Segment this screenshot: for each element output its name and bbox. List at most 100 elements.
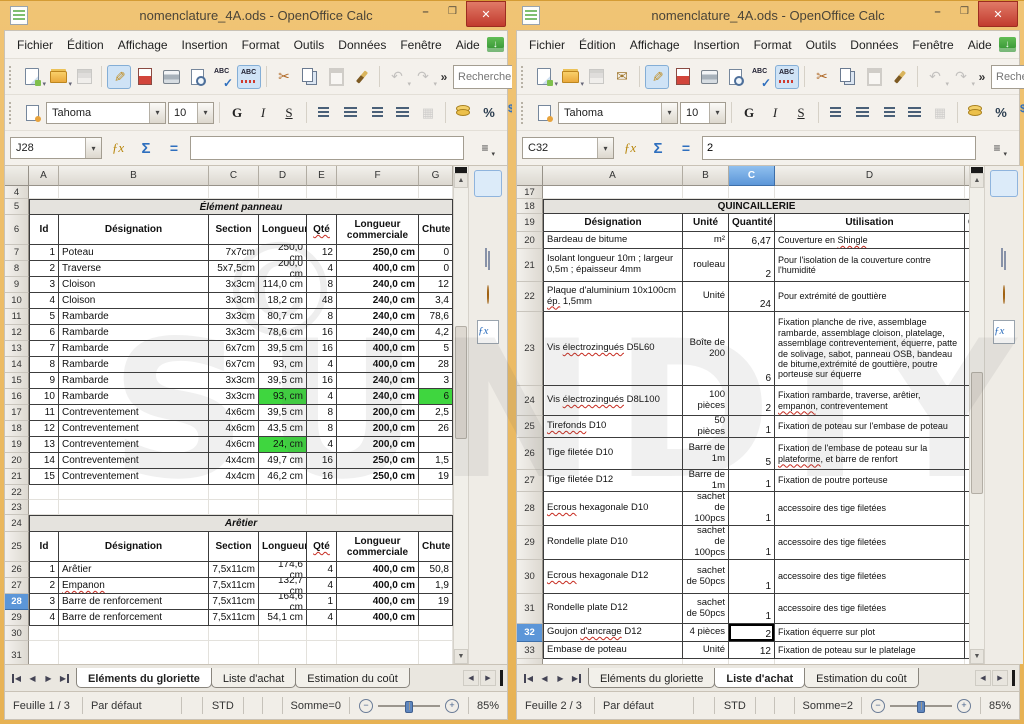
cell-C30[interactable] bbox=[209, 626, 259, 641]
function-wizard-icon[interactable] bbox=[106, 136, 130, 160]
cell-D24[interactable]: Fixation rambarde, traverse, arêtier, em… bbox=[775, 386, 965, 416]
cell-C24[interactable]: 2 bbox=[729, 386, 775, 416]
row-header-8[interactable]: 8 bbox=[5, 261, 29, 277]
font-size-combo[interactable]: 10 bbox=[168, 102, 214, 124]
name-box[interactable]: J28 bbox=[10, 137, 102, 159]
minimize-button[interactable] bbox=[924, 1, 951, 22]
row-header-11[interactable]: 11 bbox=[5, 309, 29, 325]
cell-B19[interactable]: Contreventement bbox=[59, 437, 209, 453]
scroll-up-icon[interactable] bbox=[454, 173, 468, 188]
scroll-down-icon[interactable] bbox=[970, 649, 984, 664]
styles-panel-button[interactable] bbox=[990, 207, 1018, 234]
cell-G27[interactable]: 1,9 bbox=[419, 578, 453, 594]
cell-C31[interactable]: 1 bbox=[729, 594, 775, 624]
cell-F14[interactable]: 400,0 cm bbox=[337, 357, 419, 373]
sheet-scroll-left-icon[interactable] bbox=[463, 670, 479, 686]
align-justify-icon[interactable] bbox=[902, 101, 926, 125]
cell-C33[interactable]: 12 bbox=[729, 642, 775, 659]
align-right-icon[interactable] bbox=[364, 101, 388, 125]
cell-A26[interactable]: Tige filetée D10 bbox=[543, 438, 683, 470]
cell-D31[interactable]: accessoire des tige filetées bbox=[775, 594, 965, 624]
row-header-13[interactable]: 13 bbox=[5, 341, 29, 357]
column-header-C[interactable]: C bbox=[729, 166, 775, 186]
sheet-scroll-left-icon[interactable] bbox=[975, 670, 991, 686]
close-button[interactable] bbox=[466, 1, 506, 27]
cell-A33[interactable]: Embase de poteau bbox=[543, 642, 683, 659]
copy-icon[interactable] bbox=[836, 65, 860, 89]
cell-C26[interactable]: 5 bbox=[729, 438, 775, 470]
scroll-down-icon[interactable] bbox=[454, 649, 468, 664]
undo-icon[interactable] bbox=[923, 65, 947, 89]
row-header-21[interactable]: 21 bbox=[517, 249, 543, 282]
row-header-31[interactable]: 31 bbox=[517, 594, 543, 624]
row-header-26[interactable]: 26 bbox=[517, 438, 543, 470]
cell-G16[interactable]: 6 bbox=[419, 389, 453, 405]
cell-B26[interactable]: Barre de 1m bbox=[683, 438, 729, 470]
cell-A19[interactable]: Désignation bbox=[543, 214, 683, 232]
cell-E31[interactable] bbox=[307, 641, 337, 664]
scroll-thumb[interactable] bbox=[971, 372, 983, 494]
cell-A30[interactable]: Ecrous hexagonale D12 bbox=[543, 560, 683, 594]
cell-C8[interactable]: 5x7,5cm bbox=[209, 261, 259, 277]
sum-indicator[interactable]: Somme=0 bbox=[283, 697, 349, 714]
underline-icon[interactable]: S bbox=[277, 101, 301, 125]
cell-E18[interactable]: 8 bbox=[307, 421, 337, 437]
next-sheet-icon[interactable] bbox=[41, 670, 56, 686]
row-header-15[interactable]: 15 bbox=[5, 373, 29, 389]
cell-E25[interactable]: Qté bbox=[307, 532, 337, 562]
cell-B21[interactable]: rouleau bbox=[683, 249, 729, 282]
cell-B20[interactable]: Contreventement bbox=[59, 453, 209, 469]
cell-E23[interactable] bbox=[307, 500, 337, 515]
cell-D30[interactable]: accessoire des tige filetées bbox=[775, 560, 965, 594]
row-header-32[interactable]: 32 bbox=[517, 624, 543, 642]
cell-E4[interactable] bbox=[307, 186, 337, 199]
cell-C30[interactable]: 1 bbox=[729, 560, 775, 594]
underline-icon[interactable]: S bbox=[789, 101, 813, 125]
redo-icon[interactable] bbox=[411, 65, 435, 89]
cell-F15[interactable]: 240,0 cm bbox=[337, 373, 419, 389]
cell-B25[interactable]: 50 pièces bbox=[683, 416, 729, 438]
cell-C19[interactable]: 4x6cm bbox=[209, 437, 259, 453]
row-header-19[interactable]: 19 bbox=[517, 214, 543, 232]
row-header-12[interactable]: 12 bbox=[5, 325, 29, 341]
cell-G25[interactable]: Chute bbox=[419, 532, 453, 562]
cell-E30[interactable] bbox=[307, 626, 337, 641]
menu-insertion[interactable]: Insertion bbox=[687, 35, 747, 55]
cell-D17[interactable]: 39,5 cm bbox=[259, 405, 307, 421]
cell-D16[interactable]: 93, cm bbox=[259, 389, 307, 405]
cell-A27[interactable]: Tige filetée D12 bbox=[543, 470, 683, 492]
cell-C25[interactable]: 1 bbox=[729, 416, 775, 438]
cell-E15[interactable]: 16 bbox=[307, 373, 337, 389]
cell-A27[interactable]: 2 bbox=[29, 578, 59, 594]
cell-F26[interactable]: 400,0 cm bbox=[337, 562, 419, 578]
cell-G20[interactable]: 1,5 bbox=[419, 453, 453, 469]
cell-C9[interactable]: 3x3cm bbox=[209, 277, 259, 293]
cell-D17[interactable] bbox=[775, 186, 965, 199]
standard-format-icon[interactable] bbox=[1015, 101, 1024, 125]
cell-B24[interactable]: 100 pièces bbox=[683, 386, 729, 416]
row-header-29[interactable]: 29 bbox=[5, 610, 29, 626]
cell-D29[interactable]: accessoire des tige filetées bbox=[775, 526, 965, 560]
row-header-5[interactable]: 5 bbox=[5, 199, 29, 215]
paste-icon[interactable] bbox=[862, 65, 886, 89]
cell-E29[interactable]: 4 bbox=[307, 610, 337, 626]
cell-B30[interactable] bbox=[59, 626, 209, 641]
cell-B23[interactable] bbox=[59, 500, 209, 515]
prev-sheet-icon[interactable] bbox=[537, 670, 552, 686]
send-email-icon[interactable] bbox=[610, 65, 634, 89]
cell-B17[interactable]: Contreventement bbox=[59, 405, 209, 421]
percent-icon[interactable] bbox=[477, 101, 501, 125]
cell-F30[interactable] bbox=[337, 626, 419, 641]
cell-G30[interactable] bbox=[419, 626, 453, 641]
cell-D19[interactable]: Utilisation bbox=[775, 214, 965, 232]
font-name-dropdown-icon[interactable] bbox=[661, 103, 677, 123]
column-header-B[interactable]: B bbox=[683, 166, 729, 186]
column-header-B[interactable]: B bbox=[59, 166, 209, 186]
cell-B4[interactable] bbox=[59, 186, 209, 199]
sheet-tab-liste-d-achat[interactable]: Liste d'achat bbox=[714, 668, 805, 688]
sheet-tab-estimation-du-cou-t[interactable]: Estimation du coût bbox=[295, 668, 410, 688]
scroll-track[interactable] bbox=[454, 188, 468, 649]
cell-F16[interactable]: 240,0 cm bbox=[337, 389, 419, 405]
align-center-icon[interactable] bbox=[850, 101, 874, 125]
first-sheet-icon[interactable] bbox=[521, 670, 536, 686]
